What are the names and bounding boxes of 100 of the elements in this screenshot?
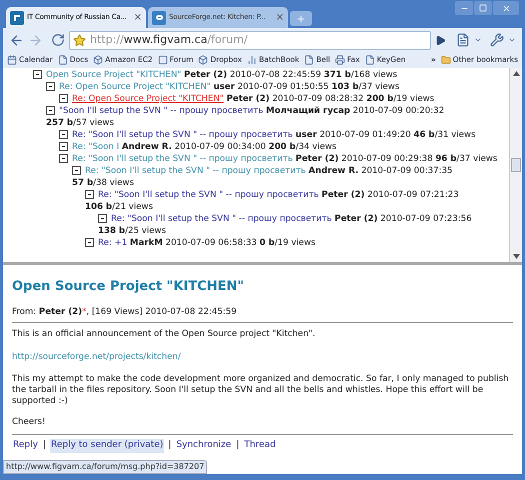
post-views: /25 views xyxy=(125,226,166,236)
address-bar[interactable]: http://www.figvam.ca/forum/ xyxy=(69,30,431,50)
post-size: 138 b xyxy=(98,226,126,236)
collapse-toggle-icon[interactable] xyxy=(46,82,55,92)
post-title-link[interactable]: "Soon I'll setup the SVN " -- прошу просветить xyxy=(59,106,264,116)
close-icon xyxy=(502,4,510,12)
chart-icon xyxy=(246,55,257,65)
document-icon xyxy=(58,55,68,65)
status-bubble: http://www.figvam.ca/forum/msg.php?id=387207 xyxy=(3,460,208,474)
separator-text: | xyxy=(236,439,240,452)
post-views: /37 views xyxy=(358,82,400,92)
post-author: Andrew R. xyxy=(122,142,172,152)
post-title-link[interactable]: Re: "Soon I'll setup the SVN " -- прошу просветить xyxy=(72,154,293,164)
separator-text: | xyxy=(42,439,46,452)
collapse-toggle-icon[interactable] xyxy=(59,94,68,104)
calendar-icon xyxy=(7,55,17,65)
post-author: user xyxy=(213,82,235,92)
go-icon[interactable] xyxy=(435,34,446,46)
message-paragraph: This is an official announcement of the Open Source project "Kitchen". xyxy=(12,328,316,342)
post-date: 2010-07-09 00:37:35 xyxy=(361,166,453,176)
post-size: 0 b xyxy=(260,238,275,248)
scroll-up-icon[interactable] xyxy=(512,71,520,76)
post-date: 2010-07-09 00:29:38 xyxy=(341,154,433,164)
separator-text: | xyxy=(168,439,172,452)
post-date: 2010-07-09 07:23:56 xyxy=(380,214,472,224)
post-size: 46 b xyxy=(414,130,435,140)
action-link[interactable]: Thread xyxy=(243,439,277,453)
collapse-toggle-icon[interactable] xyxy=(98,214,107,224)
scrollbar[interactable] xyxy=(509,68,522,262)
page-icon xyxy=(304,55,314,65)
settings-icon[interactable] xyxy=(490,33,504,47)
post-author: Peter (2) xyxy=(322,190,365,200)
post-views: /19 views xyxy=(274,238,316,248)
post-title-link[interactable]: Open Source Project "KITCHEN" xyxy=(46,70,182,80)
action-link[interactable]: Reply xyxy=(12,439,39,453)
post-title-link[interactable]: Re: +1 xyxy=(98,238,128,248)
post-author: user xyxy=(296,130,317,140)
message-paragraph: Cheers! xyxy=(12,417,46,428)
post-date: 2010-07-09 00:20:32 xyxy=(352,106,444,116)
action-link[interactable]: Reply to sender (private) xyxy=(50,439,164,453)
post-author: Peter (2) xyxy=(226,94,270,104)
collapse-toggle-icon[interactable] xyxy=(72,166,81,176)
folder-icon xyxy=(440,55,451,65)
message-header: From: Peter (2)*, [169 Views] 2010-07-08 22:45:59 xyxy=(12,306,513,324)
collapse-toggle-icon[interactable] xyxy=(59,142,68,152)
post-title-link[interactable]: Re: "Soon I'll setup the SVN " -- прошу просветить xyxy=(111,214,332,224)
post-author: Peter (2) xyxy=(296,154,339,164)
post-views: /38 views xyxy=(93,178,134,188)
collapse-toggle-icon[interactable] xyxy=(33,70,42,80)
collapse-toggle-icon[interactable] xyxy=(59,130,68,140)
post-date: 2010-07-09 06:58:33 xyxy=(166,238,257,248)
post-author: MarkM xyxy=(130,238,163,248)
post-size: 103 b xyxy=(332,82,359,92)
post-author: Peter (2) xyxy=(184,70,228,80)
plus-icon xyxy=(296,14,306,24)
post-views: /31 views xyxy=(434,130,476,140)
post-date: 2010-07-09 01:50:55 xyxy=(238,82,329,92)
reload-icon[interactable] xyxy=(51,33,65,47)
message-title: Open Source Project "KITCHEN" xyxy=(12,278,246,296)
square-icon xyxy=(158,55,168,65)
caret-icon[interactable] xyxy=(508,36,516,44)
message-paragraph: This my attempt to make the code development more organized and democratic. So far, I only managed to publish the tarball in the files repository. Soon I'll setup the SVN and all the bells and whistles. Hope this effort will be supported :-) xyxy=(12,374,510,408)
post-title-link[interactable]: Re: Open Source Project "KITCHEN" xyxy=(72,94,224,104)
post-size: 106 b xyxy=(85,202,112,212)
post-author: Молчащий гусар xyxy=(266,106,350,116)
post-title-link[interactable]: Re: "Soon I xyxy=(72,142,120,152)
new-tab-button[interactable] xyxy=(290,11,312,26)
printer-icon xyxy=(335,55,346,65)
post-author: Peter (2) xyxy=(334,214,378,224)
collapse-toggle-icon[interactable] xyxy=(85,190,94,200)
post-views: /168 views xyxy=(350,70,398,80)
post-date: 2010-07-08 22:45:59 xyxy=(230,70,322,80)
cube-icon xyxy=(198,55,208,65)
post-title-link[interactable]: Re: "Soon I'll setup the SVN " -- прошу просветить xyxy=(98,190,319,200)
post-author: Andrew R. xyxy=(308,166,359,176)
post-title-link[interactable]: Re: "Soon I'll setup the SVN " -- прошу просветить xyxy=(85,166,306,176)
tab-close-button[interactable]: × xyxy=(134,12,142,22)
action-link[interactable]: Synchronize xyxy=(175,439,232,453)
caret-icon[interactable] xyxy=(474,36,482,44)
scrollbar-thumb[interactable] xyxy=(511,158,521,172)
tab-close-button[interactable]: × xyxy=(276,12,284,22)
post-size: 257 b xyxy=(46,118,74,128)
back-icon[interactable] xyxy=(9,32,24,48)
post-title-link[interactable]: Re: Open Source Project "KITCHEN" xyxy=(59,82,211,92)
collapse-toggle-icon[interactable] xyxy=(59,154,68,164)
bookmark-star-icon[interactable] xyxy=(73,34,86,46)
post-date: 2010-07-09 00:34:00 xyxy=(174,142,266,152)
post-views: /21 views xyxy=(112,202,153,212)
post-date: 2010-07-09 07:21:23 xyxy=(367,190,459,200)
post-size: 57 b xyxy=(72,178,94,188)
page-icon xyxy=(364,55,375,65)
collapse-toggle-icon[interactable] xyxy=(46,106,55,116)
post-title-link[interactable]: Re: "Soon I'll setup the SVN " -- прошу просветить xyxy=(72,130,293,140)
project-link[interactable]: http://sourceforge.net/projects/kitchen/ xyxy=(12,351,513,364)
post-size: 200 b xyxy=(366,94,394,104)
post-date: 2010-07-09 01:49:20 xyxy=(320,130,411,140)
scroll-down-icon[interactable] xyxy=(512,254,520,259)
cube-icon xyxy=(93,55,104,65)
page-menu-icon[interactable] xyxy=(456,33,470,47)
collapse-toggle-icon[interactable] xyxy=(85,238,94,248)
